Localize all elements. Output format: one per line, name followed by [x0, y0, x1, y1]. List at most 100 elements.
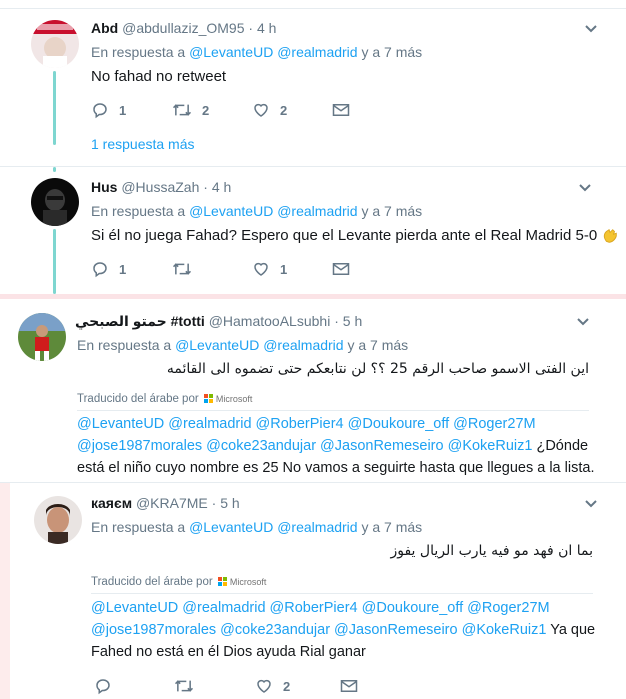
like-button[interactable]: 2: [252, 100, 287, 120]
translated-text-part: está el niño cuyo nombre es 25 No vamos …: [77, 460, 595, 476]
message-icon: [340, 680, 358, 692]
like-icon: [254, 103, 268, 117]
translation-attribution: Traducido del árabe por Microsoft: [77, 393, 252, 405]
caret-down-icon[interactable]: [578, 183, 592, 193]
retweet-button[interactable]: 2: [172, 100, 209, 120]
translated-mentions[interactable]: @LevanteUD @realmadrid @RoberPier4 @Douk…: [77, 413, 607, 435]
translated-mentions[interactable]: @jose1987morales @coke23andujar @JasonRe…: [91, 622, 546, 638]
reply-context: En respuesta a @LevanteUD @realmadrid y …: [91, 203, 422, 219]
tweet-hus[interactable]: Hus @HussaZah · 4 h En respuesta a @Leva…: [0, 167, 626, 294]
mention-link[interactable]: @LevanteUD: [189, 519, 273, 535]
like-count: 2: [280, 102, 288, 118]
message-button[interactable]: [332, 259, 350, 279]
reply-icon: [96, 679, 110, 695]
separator-dot: ·: [334, 313, 339, 329]
translated-text: @LevanteUD @realmadrid @RoberPier4 @Douk…: [91, 597, 611, 663]
tweet-abd[interactable]: Abd @abdullaziz_OM95 · 4 h En respuesta …: [0, 9, 626, 166]
translation-attribution: Traducido del árabe por Microsoft: [91, 576, 266, 588]
retweet-icon: [174, 680, 194, 692]
clap-emoji-icon: [604, 229, 617, 243]
tweet-hamatoo[interactable]: حمتو الصبحي #totti @HamatooALsubhi · 5 h…: [0, 299, 626, 482]
display-name[interactable]: каяєм: [91, 495, 132, 511]
translated-text-part: ¿Dónde: [532, 438, 589, 454]
reply-context: En respuesta a @LevanteUD @realmadrid y …: [91, 519, 422, 535]
mention-link[interactable]: @realmadrid: [263, 337, 343, 353]
tweet-text: اين الفتى الاسمو صاحب الرقم 25 ؟؟ لن نتا…: [166, 361, 589, 377]
display-name[interactable]: حمتو الصبحي #totti: [75, 313, 205, 329]
mention-link[interactable]: @LevanteUD: [175, 337, 259, 353]
message-button[interactable]: [332, 100, 350, 120]
reply-count: 1: [119, 261, 127, 277]
user-handle[interactable]: @KRA7ME: [136, 495, 208, 511]
avatar[interactable]: [31, 178, 79, 226]
avatar[interactable]: [34, 496, 82, 544]
tweet-kra7me[interactable]: каяєм @KRA7ME · 5 h En respuesta a @Leva…: [10, 483, 626, 699]
translated-mentions[interactable]: @LevanteUD @realmadrid @RoberPier4 @Douk…: [91, 597, 611, 619]
reply-context: En respuesta a @LevanteUD @realmadrid y …: [77, 337, 408, 353]
reply-button[interactable]: 1: [91, 259, 126, 279]
translation-divider: [77, 410, 589, 411]
like-icon: [257, 679, 271, 693]
translated-by-label: Traducido del árabe por: [77, 393, 199, 405]
more-replies-link[interactable]: 1 respuesta más: [91, 136, 195, 152]
tweet-actions: 2: [94, 676, 358, 696]
thread-line: [53, 229, 56, 294]
microsoft-logo-icon: [217, 576, 228, 587]
retweet-button[interactable]: [174, 676, 204, 696]
display-name[interactable]: Hus: [91, 179, 117, 195]
user-handle[interactable]: @HamatooALsubhi: [209, 313, 331, 329]
like-button[interactable]: 2: [255, 676, 290, 696]
message-icon: [332, 263, 350, 275]
reply-suffix[interactable]: y a 7 más: [361, 203, 422, 219]
retweet-icon: [172, 104, 192, 116]
retweet-count: 2: [202, 102, 210, 118]
mention-link[interactable]: @realmadrid: [277, 519, 357, 535]
mention-link[interactable]: @LevanteUD: [189, 203, 273, 219]
timestamp[interactable]: 5 h: [343, 313, 362, 329]
caret-down-icon[interactable]: [584, 499, 598, 509]
tweet-text-content: Si él no juega Fahad? Espero que el Leva…: [91, 227, 598, 244]
message-button[interactable]: [340, 676, 358, 696]
tweet-header: каяєм @KRA7ME · 5 h: [91, 495, 240, 511]
reply-prefix: En respuesta a: [77, 337, 172, 353]
retweet-icon: [172, 263, 192, 275]
reply-button[interactable]: [94, 676, 122, 696]
thread-line: [53, 167, 56, 172]
avatar[interactable]: [18, 313, 66, 361]
separator-dot: ·: [211, 495, 217, 511]
translation-divider: [91, 593, 593, 594]
display-name[interactable]: Abd: [91, 20, 118, 36]
timestamp[interactable]: 5 h: [220, 495, 239, 511]
reply-suffix[interactable]: y a 7 más: [347, 337, 408, 353]
mention-link[interactable]: @LevanteUD: [189, 44, 273, 60]
retweet-button[interactable]: [172, 259, 202, 279]
avatar[interactable]: [31, 20, 79, 68]
timestamp[interactable]: 4 h: [212, 179, 231, 195]
microsoft-logo-icon: [203, 393, 214, 404]
caret-down-icon[interactable]: [576, 317, 590, 327]
mention-link[interactable]: @realmadrid: [277, 44, 357, 60]
caret-down-icon[interactable]: [584, 24, 598, 34]
user-handle[interactable]: @abdullaziz_OM95: [122, 20, 244, 36]
tweet-header: حمتو الصبحي #totti @HamatooALsubhi · 5 h: [75, 313, 362, 330]
tweet-actions: 1 2 2: [91, 100, 351, 120]
microsoft-label: Microsoft: [229, 576, 267, 587]
reply-prefix: En respuesta a: [91, 44, 186, 60]
like-button[interactable]: 1: [252, 259, 287, 279]
tweet-actions: 1 1: [91, 259, 351, 279]
tweet-text: بما ان فهد مو فيه يارب الريال يفوز: [390, 543, 593, 559]
like-count: 2: [283, 678, 291, 694]
mention-link[interactable]: @realmadrid: [277, 203, 357, 219]
reply-suffix[interactable]: y a 7 más: [361, 519, 422, 535]
top-divider: [0, 0, 626, 9]
reply-button[interactable]: 1: [91, 100, 126, 120]
user-handle[interactable]: @HussaZah: [121, 179, 199, 195]
reply-suffix[interactable]: y a 7 más: [361, 44, 422, 60]
separator-dot: ·: [203, 179, 208, 195]
translated-by-label: Traducido del árabe por: [91, 576, 213, 588]
translated-text-part: Ya que: [546, 622, 596, 638]
like-count: 1: [280, 261, 288, 277]
timestamp[interactable]: 4 h: [257, 20, 276, 36]
translated-mentions[interactable]: @jose1987morales @coke23andujar @JasonRe…: [77, 438, 532, 454]
like-icon: [254, 262, 268, 276]
